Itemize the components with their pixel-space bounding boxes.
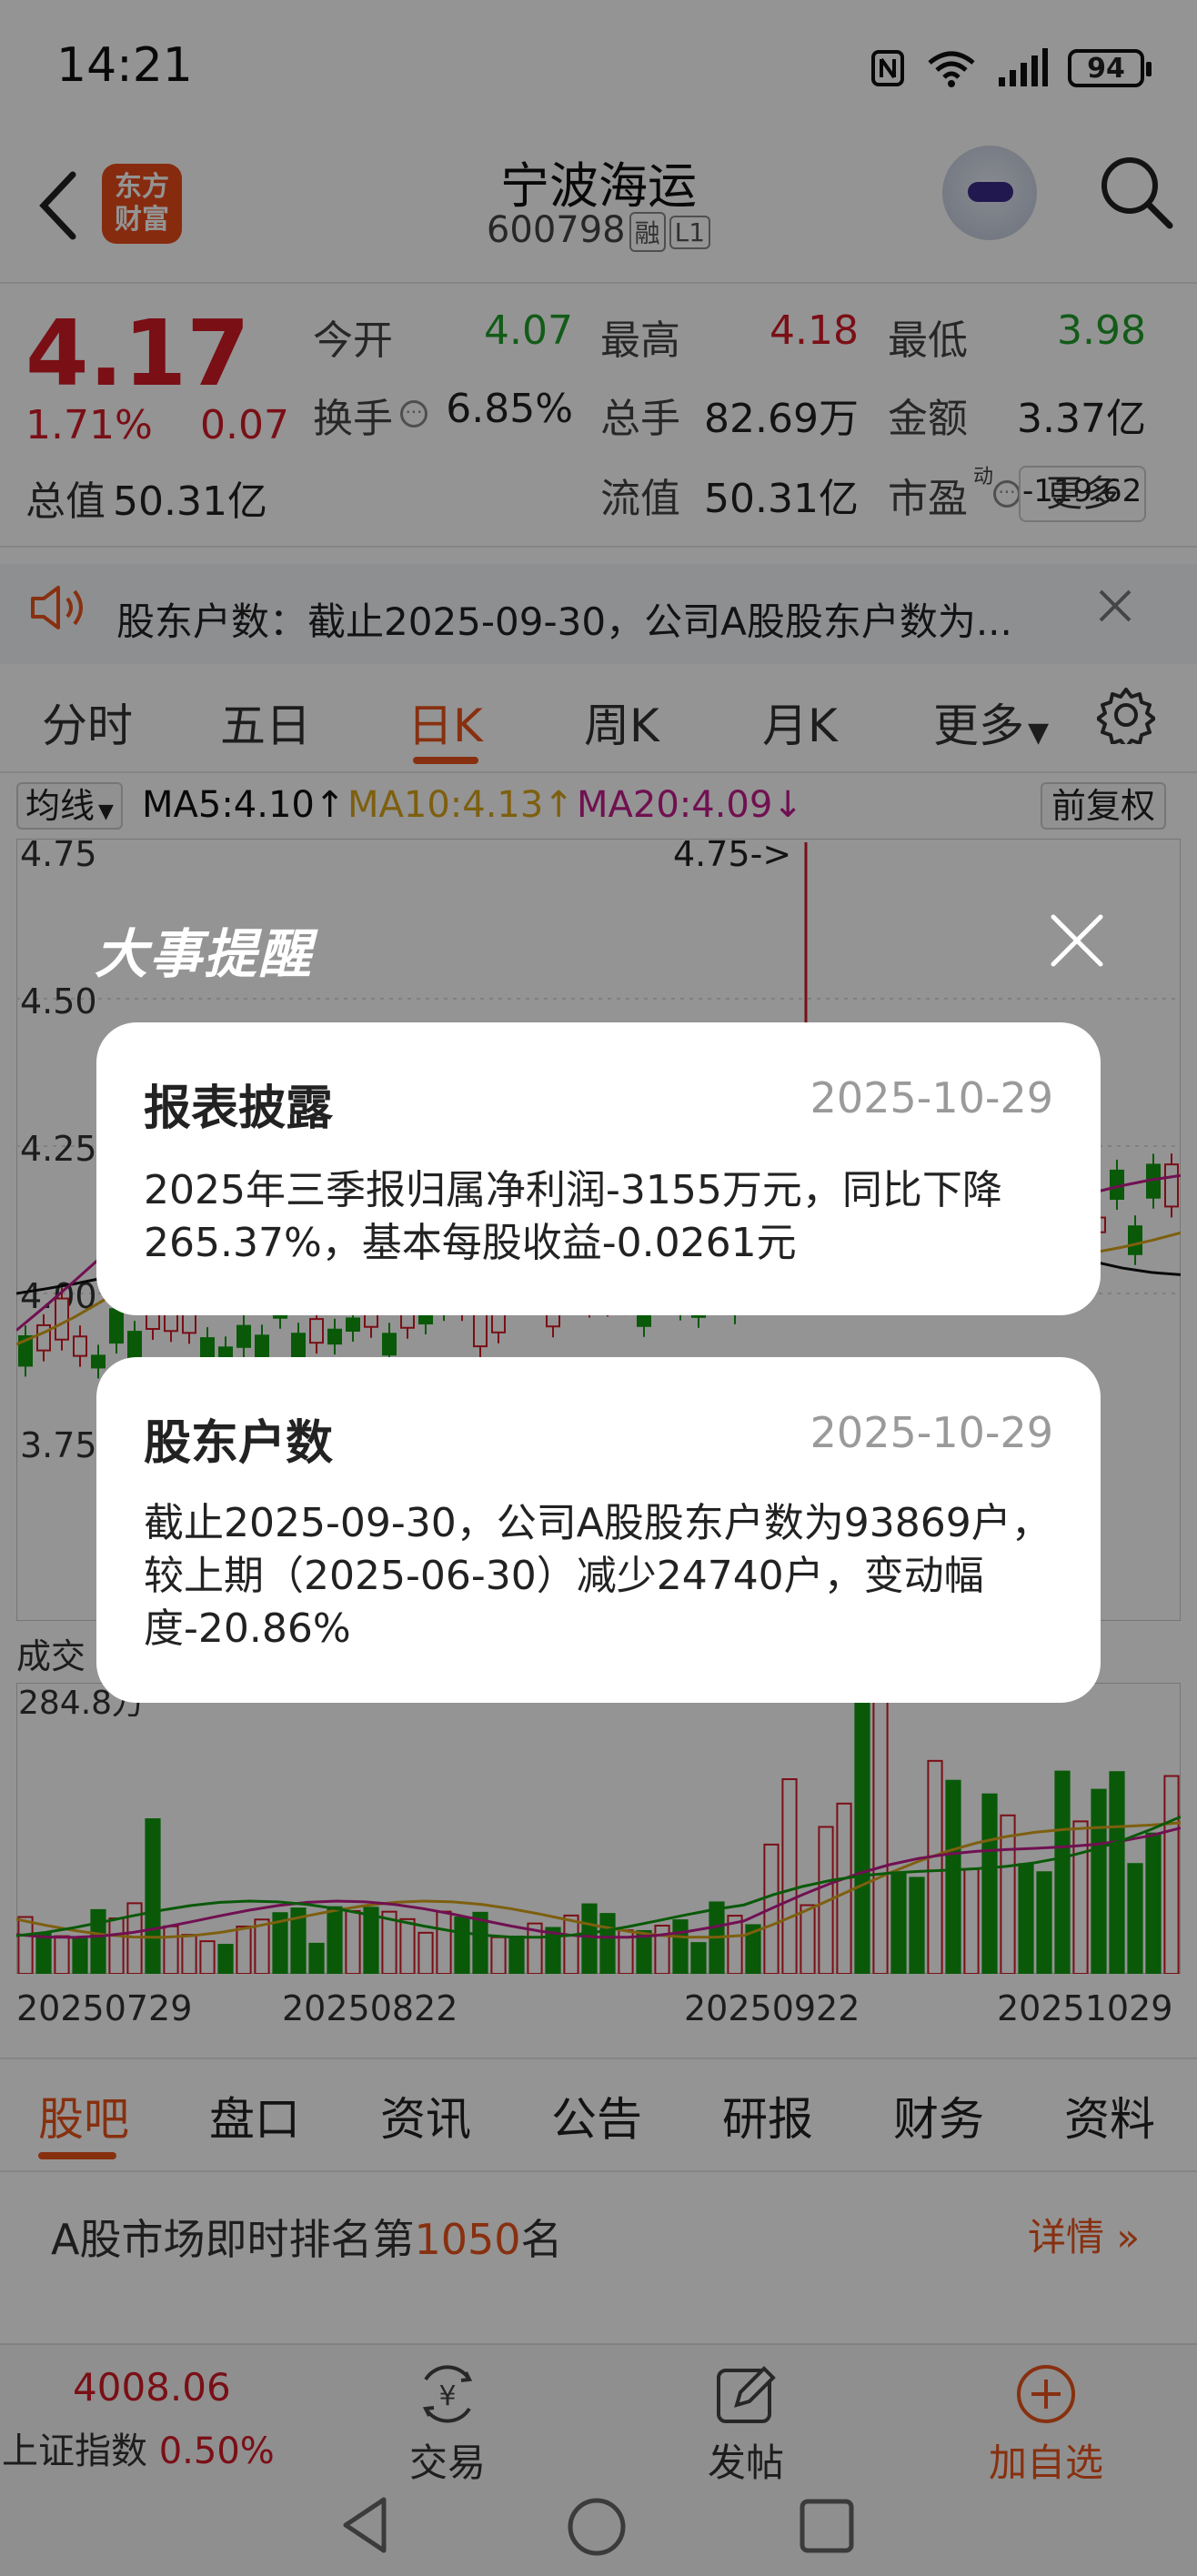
event-card-title: 股东户数 (144, 1416, 334, 1471)
event-card-report[interactable]: 报表披露 2025-10-29 2025年三季报归属净利润-3155万元，同比下… (96, 1022, 1101, 1315)
event-card-date: 2025-10-29 (810, 1073, 1053, 1122)
event-card-body: 截止2025-09-30，公司A股股东户数为93869户，较上期（2025-06… (144, 1500, 1051, 1652)
modal-title: 大事提醒 (95, 923, 314, 985)
modal-close-icon[interactable] (1044, 908, 1110, 973)
event-card-date: 2025-10-29 (810, 1408, 1053, 1457)
event-card-body: 2025年三季报归属净利润-3155万元，同比下降265.37%，基本每股收益-… (144, 1167, 1002, 1266)
event-card-shareholders[interactable]: 股东户数 2025-10-29 截止2025-09-30，公司A股股东户数为93… (96, 1357, 1101, 1703)
event-card-title: 报表披露 (144, 1082, 334, 1136)
